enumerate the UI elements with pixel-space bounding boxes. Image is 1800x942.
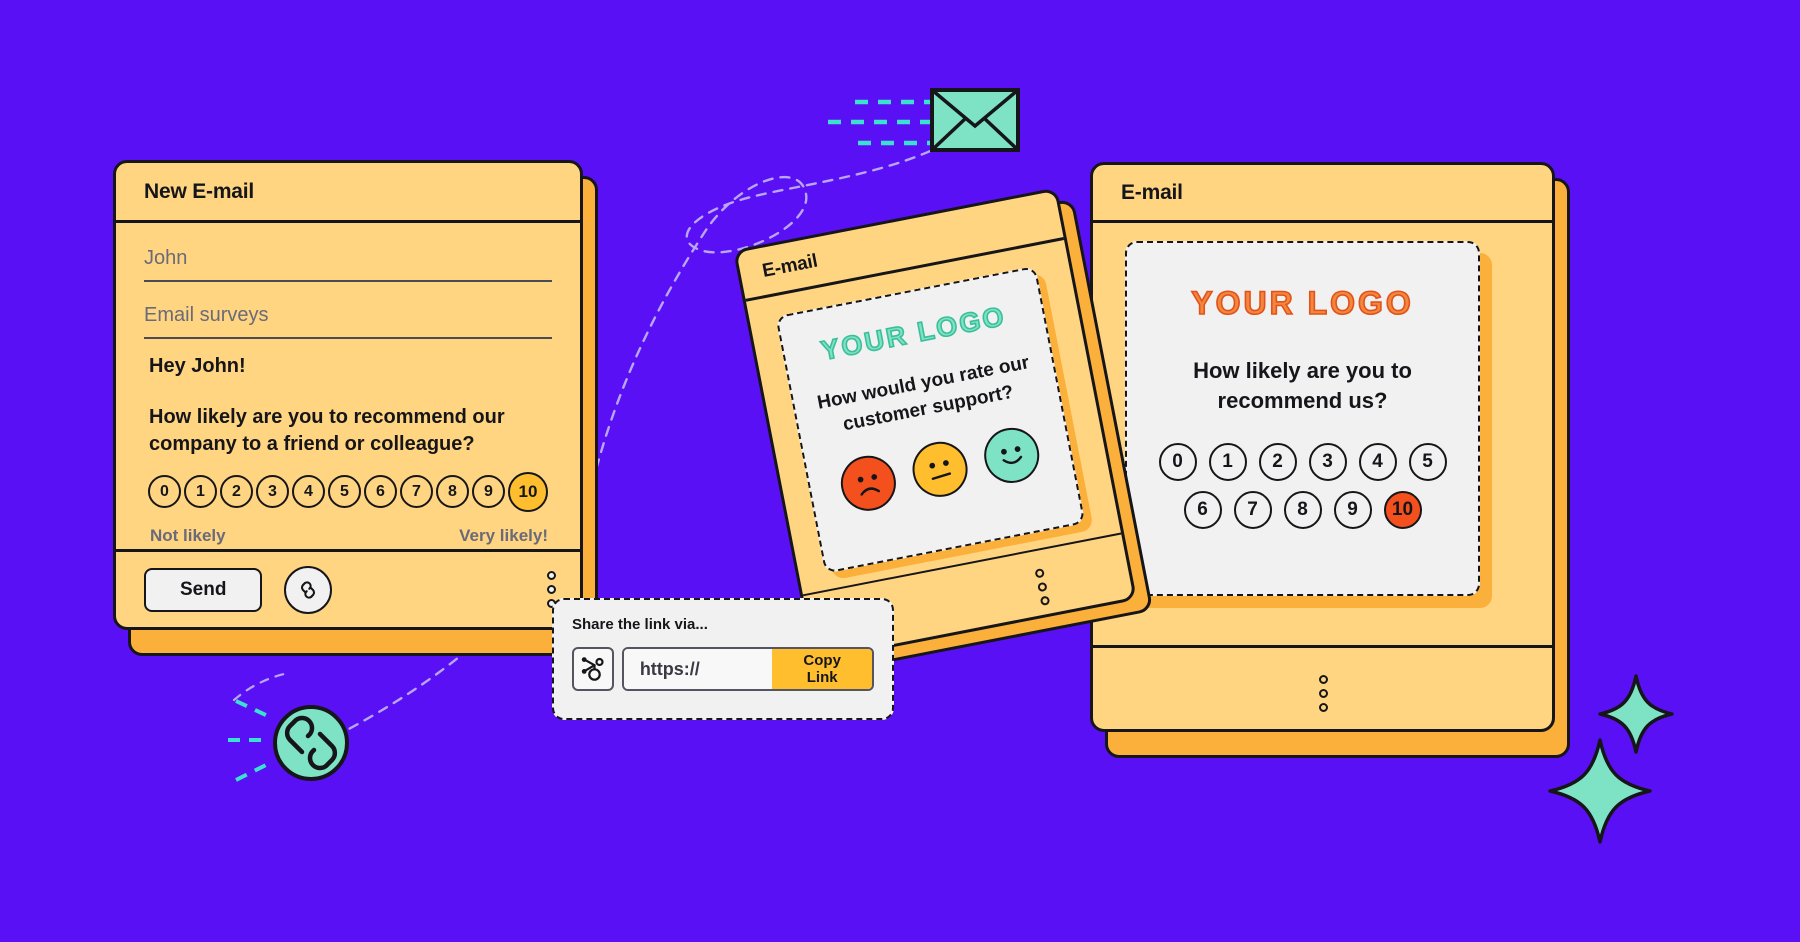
right-email-card: E-mail YOUR LOGO How likely are you to r…: [1090, 162, 1555, 732]
right-card-menu-button[interactable]: [1319, 675, 1328, 712]
share-url-input[interactable]: https://: [623, 649, 773, 689]
compose-card-title: New E-mail: [144, 179, 255, 203]
right-card-title: E-mail: [1121, 180, 1183, 204]
sad-face-icon[interactable]: [836, 451, 901, 516]
nps-option-5[interactable]: 5: [1408, 443, 1447, 482]
copy-link-icon-button[interactable]: [284, 565, 333, 614]
send-button[interactable]: Send: [144, 567, 263, 612]
share-link-popup: Share the link via... https:// Copy Link: [552, 598, 894, 720]
kebab-dot: [1319, 675, 1328, 684]
nps-option-7[interactable]: 7: [1233, 491, 1272, 530]
nps-option-0[interactable]: 0: [1158, 443, 1197, 482]
nps-scale-labels: Not likely Very likely!: [150, 526, 548, 546]
nps-option-4[interactable]: 4: [292, 475, 325, 509]
right-nps-grid: 012345 6 7 8 9 10: [1127, 443, 1478, 530]
kebab-dot: [1034, 567, 1045, 579]
nps-option-10[interactable]: 10: [1383, 491, 1422, 530]
right-card-titlebar: E-mail: [1093, 165, 1552, 223]
kebab-dot: [1037, 581, 1048, 593]
kebab-dot: [1319, 703, 1328, 712]
subject-field[interactable]: Email surveys: [144, 298, 552, 339]
happy-face-icon[interactable]: [979, 423, 1045, 488]
compose-card-titlebar: New E-mail: [116, 163, 580, 223]
nps-option-8[interactable]: 8: [1283, 491, 1322, 530]
nps-option-4[interactable]: 4: [1358, 443, 1397, 482]
nps-option-9[interactable]: 9: [472, 475, 505, 509]
nps-option-3[interactable]: 3: [256, 475, 289, 509]
chain-link-icon: [301, 580, 316, 599]
tilted-email-card-wrapper: E-mail YOUR LOGO How would you rate our …: [732, 187, 1154, 674]
sparkle-star-icon: [1598, 674, 1674, 754]
compose-card: New E-mail John Email surveys Hey John! …: [113, 160, 583, 630]
nps-high-label: Very likely!: [459, 525, 548, 545]
tilted-survey-preview: YOUR LOGO How would you rate our custome…: [775, 265, 1086, 574]
link-badge-icon: [273, 705, 349, 781]
message-greeting: Hey John!: [149, 355, 246, 377]
kebab-dot: [1039, 595, 1051, 607]
tilted-card-title: E-mail: [760, 250, 820, 282]
nps-row-top: 012345: [1158, 443, 1447, 482]
right-survey-preview: YOUR LOGO How likely are you to recommen…: [1125, 241, 1480, 596]
compose-body: John Email surveys Hey John! How likely …: [116, 223, 580, 546]
recipient-value: John: [144, 247, 188, 269]
share-popup-title: Share the link via...: [572, 616, 708, 633]
nps-option-2[interactable]: 2: [1258, 443, 1297, 482]
nps-scale: 0 1 2 3 4 5 6 7 8 9 10: [148, 471, 552, 512]
nps-option-8[interactable]: 8: [436, 475, 469, 509]
nps-row-bottom: 6 7 8 9 10: [1183, 491, 1422, 530]
nps-option-3[interactable]: 3: [1308, 443, 1347, 482]
right-survey-question: How likely are you to recommend us?: [1193, 358, 1412, 413]
nps-option-9[interactable]: 9: [1333, 491, 1372, 530]
illustration-canvas: New E-mail John Email surveys Hey John! …: [0, 0, 1800, 942]
hubspot-provider-button[interactable]: [572, 647, 614, 691]
right-logo-text: YOUR LOGO: [1190, 284, 1414, 322]
recipient-field[interactable]: John: [144, 241, 552, 282]
subject-value: Email surveys: [144, 304, 269, 326]
tilted-card-menu-button[interactable]: [1034, 567, 1051, 607]
share-popup-row: https:// Copy Link: [572, 647, 874, 691]
neutral-face-icon[interactable]: [907, 437, 973, 502]
message-question: How likely are you to recommend our comp…: [149, 406, 505, 455]
nps-option-0[interactable]: 0: [148, 475, 181, 509]
kebab-dot: [547, 571, 556, 580]
hubspot-sprocket-icon: [581, 657, 604, 681]
nps-option-7[interactable]: 7: [400, 475, 433, 509]
nps-option-6[interactable]: 6: [364, 475, 397, 509]
nps-option-5[interactable]: 5: [328, 475, 361, 509]
nps-option-10[interactable]: 10: [508, 471, 548, 512]
sparkle-star-icon: [1548, 738, 1652, 844]
right-card-divider: [1093, 645, 1552, 648]
nps-option-6[interactable]: 6: [1183, 491, 1222, 530]
kebab-dot: [1319, 689, 1328, 698]
compose-card-footer: Send: [116, 549, 580, 627]
share-url-group: https:// Copy Link: [621, 647, 874, 691]
kebab-dot: [547, 585, 556, 594]
nps-option-1[interactable]: 1: [184, 475, 217, 509]
nps-low-label: Not likely: [150, 525, 226, 545]
nps-option-1[interactable]: 1: [1208, 443, 1247, 482]
copy-link-button[interactable]: Copy Link: [772, 649, 872, 689]
envelope-icon: [930, 88, 1020, 152]
nps-option-2[interactable]: 2: [220, 475, 253, 509]
